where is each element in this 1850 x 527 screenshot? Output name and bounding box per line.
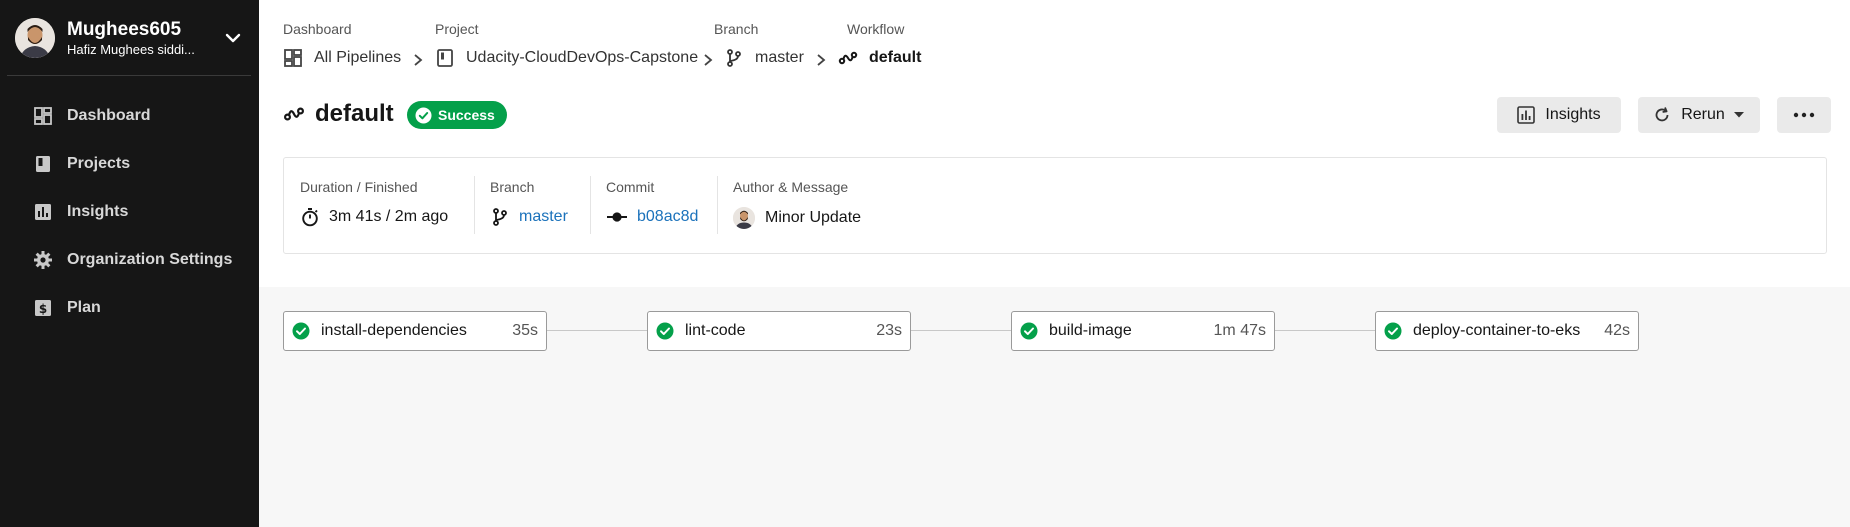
commit-message: Minor Update (765, 209, 862, 226)
sidebar-item-label: Organization Settings (67, 251, 233, 268)
svg-text:$: $ (39, 302, 47, 316)
check-circle-icon (1384, 322, 1402, 340)
dashboard-icon (33, 106, 53, 126)
more-horizontal-icon (1793, 112, 1815, 118)
insights-icon (1517, 106, 1536, 124)
project-icon (437, 49, 453, 67)
job-name: install-dependencies (321, 322, 467, 339)
details-divider (590, 176, 591, 234)
branch-title: Branch (490, 179, 535, 195)
breadcrumb-link-all-pipelines[interactable]: All Pipelines (283, 46, 401, 70)
breadcrumb-link-branch[interactable]: master (724, 46, 804, 70)
job-connector (911, 330, 1012, 331)
sidebar-nav: Dashboard Projects Insights Organization… (0, 92, 259, 332)
branch-link[interactable]: master (519, 208, 568, 226)
sidebar-item-dashboard[interactable]: Dashboard (0, 92, 259, 140)
insights-icon (33, 202, 53, 222)
chevron-down-icon[interactable] (222, 27, 244, 49)
branch-icon (493, 208, 507, 226)
workflow-icon (838, 51, 858, 65)
commit-icon (607, 212, 627, 222)
sidebar-item-organization-settings[interactable]: Organization Settings (0, 236, 259, 284)
breadcrumb-title: Dashboard (283, 21, 352, 37)
branch-icon (727, 49, 741, 67)
chevron-right-icon (414, 54, 423, 66)
author-avatar (733, 207, 755, 229)
rerun-button[interactable]: Rerun (1638, 97, 1760, 133)
job-connector (1275, 330, 1376, 331)
job-install-dependencies[interactable]: install-dependencies 35s (283, 311, 547, 351)
job-deploy-container-to-eks[interactable]: deploy-container-to-eks 42s (1375, 311, 1639, 351)
dashboard-icon (284, 49, 302, 67)
rerun-button-label: Rerun (1681, 106, 1725, 123)
more-options-button[interactable] (1777, 97, 1831, 133)
breadcrumb-project: Project Udacity-CloudDevOps-Capstone (435, 20, 698, 70)
breadcrumb-workflow: Workflow default (838, 20, 921, 70)
sidebar-item-label: Plan (67, 299, 101, 316)
avatar (15, 18, 55, 58)
duration-title: Duration / Finished (300, 179, 418, 195)
workflow-details: Duration / Finished 3m 41s / 2m ago Bran… (283, 157, 1827, 254)
sidebar-item-insights[interactable]: Insights (0, 188, 259, 236)
commit-link[interactable]: b08ac8d (637, 208, 698, 226)
job-name: build-image (1049, 322, 1132, 339)
check-circle-icon (292, 322, 310, 340)
job-duration: 1m 47s (1213, 322, 1266, 339)
job-duration: 42s (1604, 322, 1630, 339)
gear-icon (33, 250, 53, 270)
sidebar-item-plan[interactable]: $ Plan (0, 284, 259, 332)
breadcrumb-link-project[interactable]: Udacity-CloudDevOps-Capstone (435, 46, 698, 70)
job-build-image[interactable]: build-image 1m 47s (1011, 311, 1275, 351)
chevron-right-icon (817, 54, 826, 66)
author-title: Author & Message (733, 179, 849, 195)
commit-title: Commit (606, 179, 655, 195)
sidebar-divider (7, 75, 251, 76)
caret-down-icon (1733, 112, 1744, 118)
breadcrumb-value: master (755, 49, 804, 66)
status-label: Success (438, 107, 495, 123)
job-lint-code[interactable]: lint-code 23s (647, 311, 911, 351)
check-circle-icon (415, 107, 432, 123)
breadcrumb-dashboard: Dashboard All Pipelines (283, 20, 401, 70)
sidebar: Mughees605 Hafiz Mughees siddi... Dashbo… (0, 0, 259, 527)
details-divider (717, 176, 718, 234)
details-divider (474, 176, 475, 234)
sidebar-item-projects[interactable]: Projects (0, 140, 259, 188)
chevron-right-icon (704, 54, 713, 66)
refresh-icon (1655, 107, 1669, 122)
workflow-name: default (315, 100, 394, 127)
breadcrumb-branch: Branch master (714, 20, 804, 70)
insights-button[interactable]: Insights (1497, 97, 1621, 133)
check-circle-icon (1020, 322, 1038, 340)
sidebar-item-label: Projects (67, 155, 131, 172)
job-connector (547, 330, 648, 331)
status-badge: Success (407, 101, 507, 129)
breadcrumb-value: default (869, 49, 922, 66)
workflow-header: Dashboard All Pipelines Project Udacity-… (259, 0, 1850, 287)
breadcrumb-value: All Pipelines (314, 49, 402, 66)
breadcrumb-title: Project (435, 21, 479, 37)
dollar-icon: $ (33, 298, 53, 318)
sidebar-item-label: Insights (67, 203, 129, 220)
insights-button-label: Insights (1545, 106, 1601, 123)
workflow-icon (283, 107, 305, 121)
org-switcher[interactable]: Mughees605 Hafiz Mughees siddi... (0, 0, 259, 76)
breadcrumb-title: Workflow (847, 21, 905, 37)
org-name: Mughees605 (67, 18, 182, 40)
breadcrumb-value: Udacity-CloudDevOps-Capstone (466, 49, 699, 66)
job-name: deploy-container-to-eks (1413, 322, 1581, 339)
breadcrumb-link-workflow[interactable]: default (838, 46, 921, 70)
stopwatch-icon (302, 208, 318, 227)
page-title: default (283, 100, 394, 128)
check-circle-icon (656, 322, 674, 340)
job-duration: 23s (876, 322, 902, 339)
breadcrumb-title: Branch (714, 21, 759, 37)
org-user-name: Hafiz Mughees siddi... (67, 41, 195, 57)
job-name: lint-code (685, 322, 746, 339)
job-duration: 35s (512, 322, 538, 339)
projects-icon (33, 154, 53, 174)
duration-value: 3m 41s / 2m ago (329, 208, 449, 225)
sidebar-item-label: Dashboard (67, 107, 151, 124)
